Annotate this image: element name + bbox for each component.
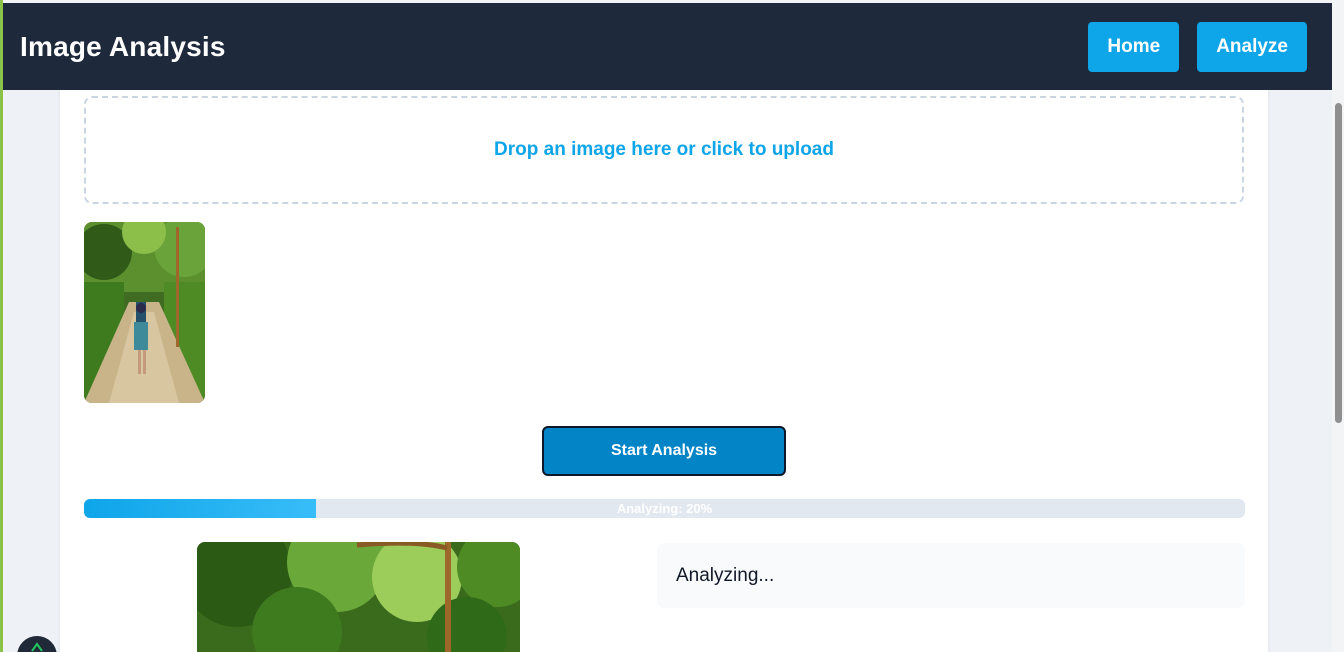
vertical-scrollbar[interactable] xyxy=(1332,3,1344,652)
window-left-edge xyxy=(0,0,3,652)
uploaded-image-thumbnail[interactable] xyxy=(84,222,205,403)
start-analysis-button[interactable]: Start Analysis xyxy=(542,426,786,476)
garden-path-preview-photo xyxy=(197,542,520,652)
floating-action-button[interactable] xyxy=(17,636,57,652)
scrollbar-thumb[interactable] xyxy=(1335,103,1342,423)
leaf-icon xyxy=(31,642,43,652)
garden-path-photo xyxy=(84,222,205,403)
progress-label: Analyzing: 20% xyxy=(616,501,713,516)
image-dropzone[interactable]: Drop an image here or click to upload xyxy=(84,96,1244,204)
dropzone-prompt: Drop an image here or click to upload xyxy=(494,139,834,160)
analysis-image-preview xyxy=(197,542,520,652)
analysis-result-panel: Analyzing... xyxy=(657,543,1245,608)
app-header: Image Analysis Home Analyze xyxy=(3,3,1332,90)
analyze-button[interactable]: Analyze xyxy=(1197,21,1307,72)
app-title: Image Analysis xyxy=(20,30,226,62)
analysis-progress-bar: Analyzing: 20% xyxy=(84,499,1245,518)
home-button[interactable]: Home xyxy=(1088,21,1180,72)
top-nav: Home Analyze xyxy=(1088,21,1307,72)
analysis-status-text: Analyzing... xyxy=(676,564,775,586)
